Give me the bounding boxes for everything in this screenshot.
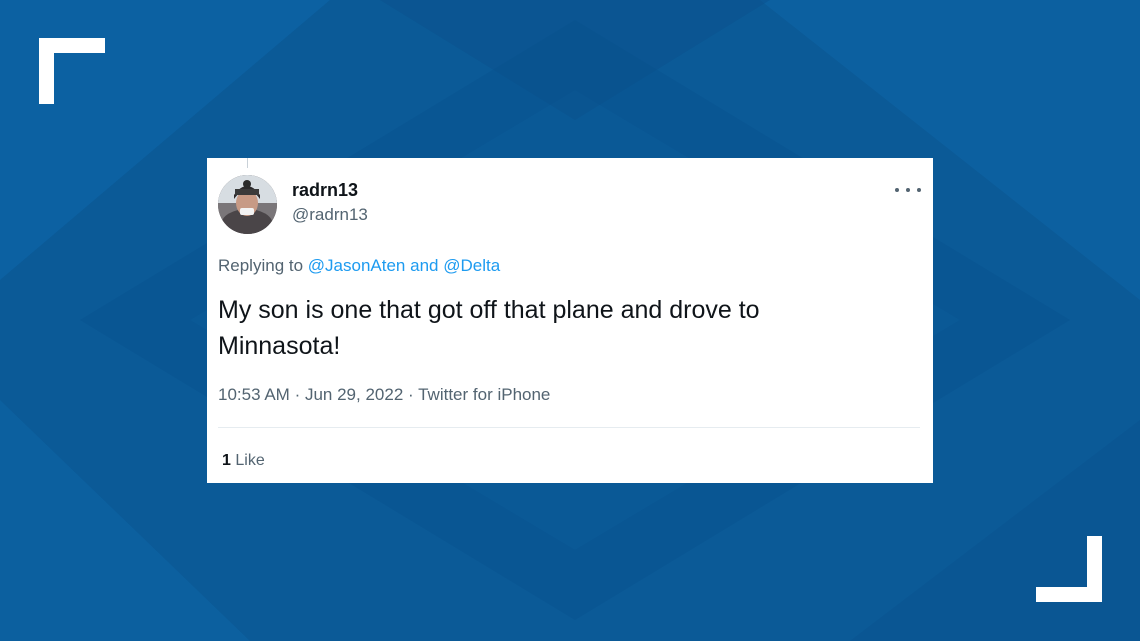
tweet-text-line: Minnasota! xyxy=(218,332,341,360)
display-name[interactable]: radrn13 xyxy=(292,180,358,201)
divider xyxy=(218,427,920,428)
mention-link-jasonaten[interactable]: @JasonAten xyxy=(308,256,406,275)
tweet-date[interactable]: Jun 29, 2022 xyxy=(305,385,403,404)
tweet-time[interactable]: 10:53 AM xyxy=(218,385,290,404)
like-number: 1 xyxy=(222,452,231,469)
user-avatar-icon xyxy=(218,175,277,234)
corner-bracket-bottom-right xyxy=(1036,536,1102,602)
reply-and: and xyxy=(410,256,439,275)
tweet-card: radrn13 @radrn13 Replying to @JasonAten … xyxy=(207,158,933,483)
tweet-text: My son is one that got off that plane an… xyxy=(218,292,908,364)
mention-link-delta[interactable]: @Delta xyxy=(443,256,500,275)
likes-count[interactable]: 1 Like xyxy=(222,452,265,470)
corner-bracket-top-left xyxy=(39,38,105,104)
tweet-text-line: My son is one that got off that plane an… xyxy=(218,296,760,324)
separator: · xyxy=(408,385,414,404)
like-label: Like xyxy=(235,452,265,469)
tweet-source: Twitter for iPhone xyxy=(418,385,551,404)
separator: · xyxy=(294,385,301,404)
user-handle[interactable]: @radrn13 xyxy=(292,205,368,225)
replying-to: Replying to @JasonAten and @Delta xyxy=(218,256,500,276)
replying-prefix: Replying to xyxy=(218,256,304,275)
avatar[interactable] xyxy=(218,175,277,234)
more-horizontal-icon[interactable] xyxy=(895,180,921,200)
thread-line xyxy=(247,158,248,168)
tweet-metadata: 10:53 AM · Jun 29, 2022 · Twitter for iP… xyxy=(218,385,550,405)
